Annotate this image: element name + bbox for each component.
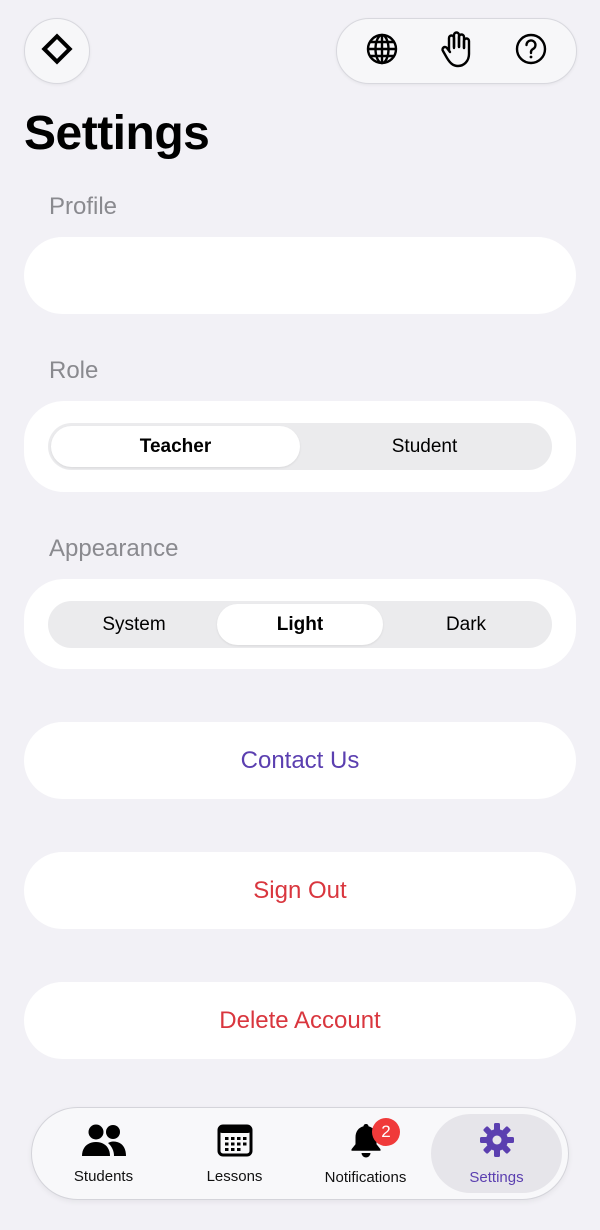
hand-icon bbox=[440, 30, 472, 73]
role-section-label: Role bbox=[49, 357, 99, 384]
language-button[interactable] bbox=[361, 30, 403, 72]
appearance-segmented-control: System Light Dark bbox=[48, 601, 552, 648]
globe-icon bbox=[365, 32, 399, 71]
profile-section-label: Profile bbox=[49, 193, 118, 220]
appearance-card: System Light Dark bbox=[24, 579, 576, 669]
tab-bar: Students Lessons 2 Notifications Setting… bbox=[31, 1107, 569, 1200]
sign-out-button[interactable]: Sign Out bbox=[24, 852, 576, 929]
role-segmented-control: Teacher Student bbox=[48, 423, 552, 470]
tab-lessons-label: Lessons bbox=[206, 1167, 263, 1185]
tab-lessons[interactable]: Lessons bbox=[169, 1114, 300, 1193]
role-option-student[interactable]: Student bbox=[300, 426, 549, 467]
page-title: Settings bbox=[24, 107, 210, 160]
role-option-teacher[interactable]: Teacher bbox=[51, 426, 300, 467]
appearance-option-system[interactable]: System bbox=[51, 604, 217, 645]
notifications-badge: 2 bbox=[372, 1118, 400, 1146]
raise-hand-button[interactable] bbox=[435, 30, 477, 72]
help-button[interactable] bbox=[510, 30, 552, 72]
header-actions bbox=[336, 18, 577, 84]
tab-students[interactable]: Students bbox=[38, 1114, 169, 1193]
people-icon bbox=[80, 1123, 128, 1162]
tab-settings-label: Settings bbox=[469, 1168, 524, 1186]
appearance-section-label: Appearance bbox=[49, 535, 179, 562]
tab-settings[interactable]: Settings bbox=[431, 1114, 562, 1193]
tab-notifications[interactable]: 2 Notifications bbox=[300, 1114, 431, 1193]
home-button[interactable] bbox=[24, 18, 90, 84]
gear-icon bbox=[479, 1122, 515, 1163]
question-circle-icon bbox=[514, 32, 548, 71]
calendar-icon bbox=[217, 1123, 253, 1162]
tab-students-label: Students bbox=[73, 1167, 134, 1185]
profile-card[interactable] bbox=[24, 237, 576, 314]
delete-account-button[interactable]: Delete Account bbox=[24, 982, 576, 1059]
tab-notifications-label: Notifications bbox=[324, 1168, 407, 1186]
contact-us-button[interactable]: Contact Us bbox=[24, 722, 576, 799]
appearance-option-light[interactable]: Light bbox=[217, 604, 383, 645]
diamond-icon bbox=[39, 31, 75, 72]
appearance-option-dark[interactable]: Dark bbox=[383, 604, 549, 645]
role-card: Teacher Student bbox=[24, 401, 576, 492]
